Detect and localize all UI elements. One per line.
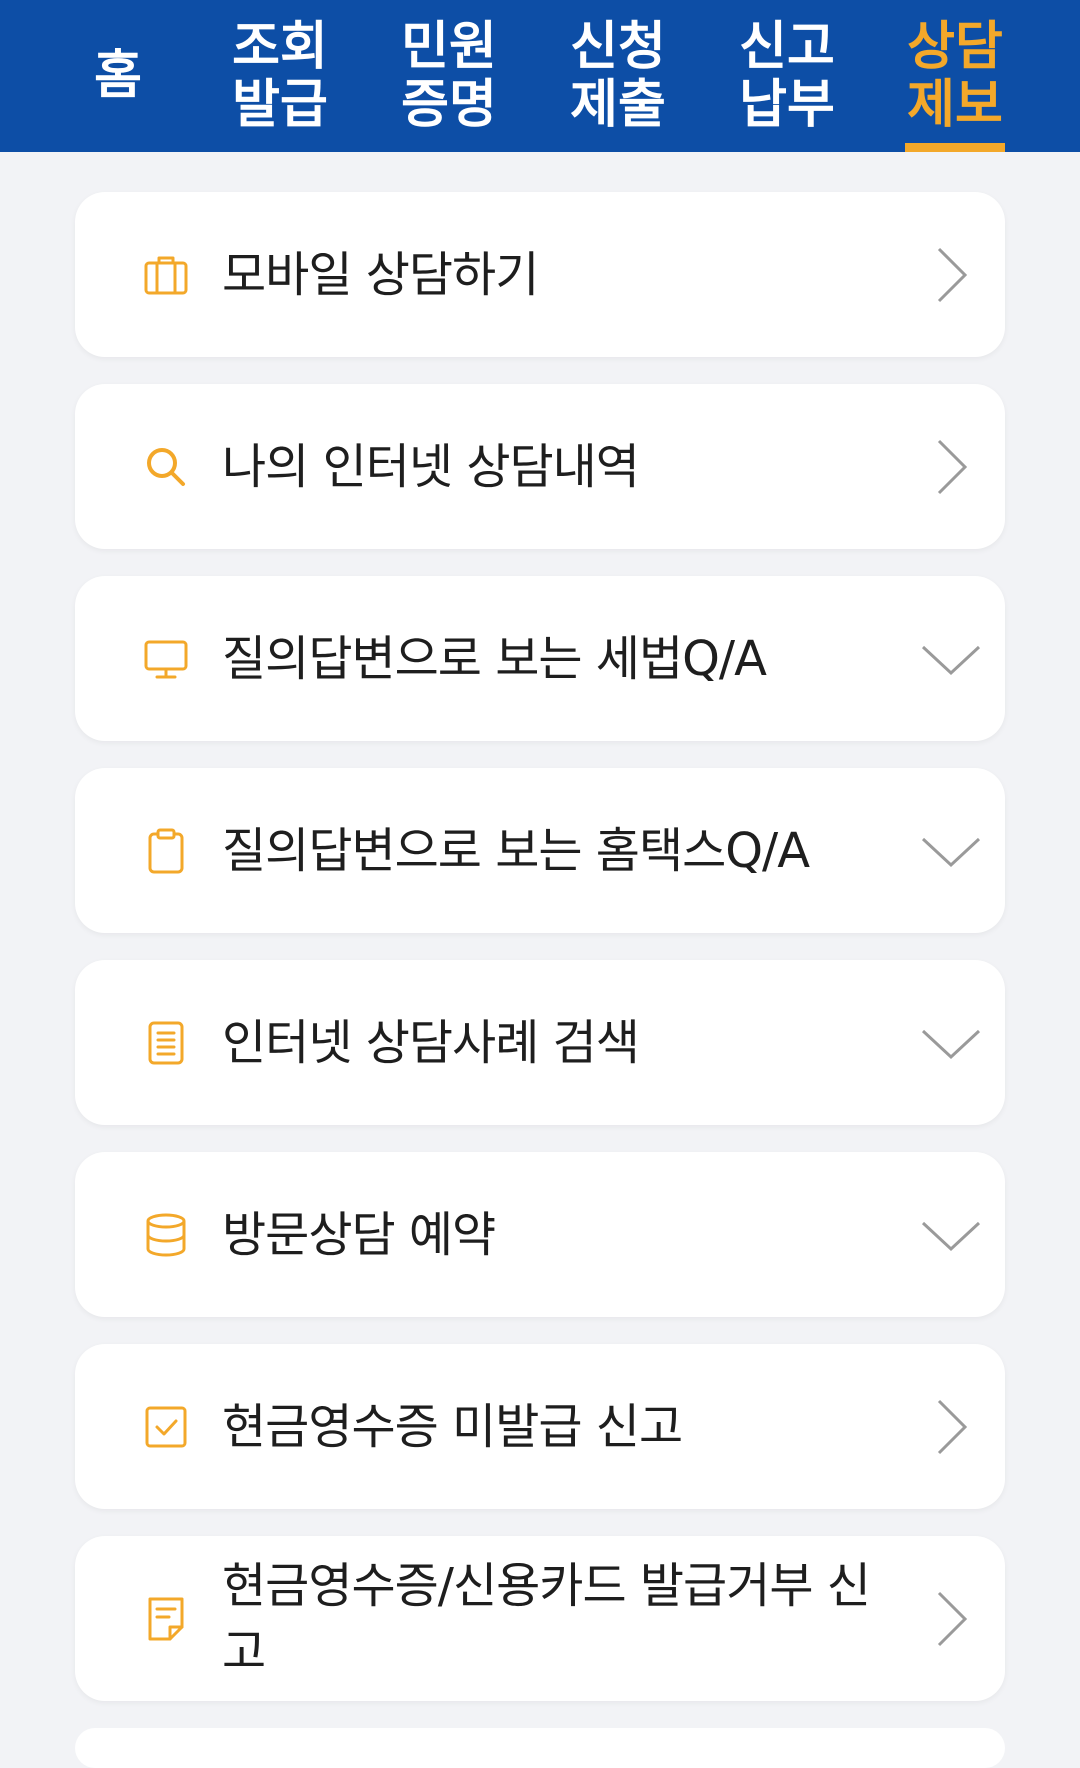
- tab-label-line1: 민원: [401, 17, 497, 77]
- tab-consultation-report[interactable]: 상담 제보: [905, 0, 1005, 152]
- menu-item-label: 모바일 상담하기: [222, 246, 539, 303]
- menu-item-cash-receipt-report[interactable]: 현금영수증 미발급 신고: [75, 1344, 1005, 1509]
- menu-item-visit-consultation-reservation[interactable]: 방문상담 예약: [75, 1152, 1005, 1317]
- tab-label-line2: 납부: [739, 75, 835, 135]
- tab-label-line2: 제보: [907, 75, 1003, 135]
- chevron-right-icon: [937, 439, 968, 494]
- chevron-down-icon: [921, 837, 981, 867]
- note-icon: [148, 1597, 184, 1640]
- menu-list: 모바일 상담하기 나의 인터넷 상담내역 질의답변으로 보는 세법Q/A 질의답…: [75, 192, 1005, 1728]
- tab-inquiry-issuance[interactable]: 조회 발급: [224, 0, 336, 152]
- tab-home-label: 홈: [94, 46, 142, 106]
- active-tab-indicator: [905, 143, 1005, 152]
- tab-home[interactable]: 홈: [86, 0, 150, 152]
- search-icon: [147, 447, 185, 486]
- menu-item-hometax-qa[interactable]: 질의답변으로 보는 홈택스Q/A: [75, 768, 1005, 933]
- monitor-icon: [144, 640, 188, 678]
- tab-label-line1: 조회: [232, 17, 328, 77]
- document-icon: [148, 1021, 184, 1064]
- top-navigation-bar: 홈 조회 발급 민원 증명 신청 제출 신고 납부 상담 제보: [0, 0, 1080, 152]
- tab-application-submission[interactable]: 신청 제출: [562, 0, 674, 152]
- tab-report-payment[interactable]: 신고 납부: [731, 0, 843, 152]
- menu-item-my-internet-consultation[interactable]: 나의 인터넷 상담내역: [75, 384, 1005, 549]
- menu-item-label: 인터넷 상담사례 검색: [222, 1014, 640, 1071]
- clipboard-icon: [148, 828, 184, 873]
- menu-item-consultation-case-search[interactable]: 인터넷 상담사례 검색: [75, 960, 1005, 1125]
- chevron-down-icon: [921, 1221, 981, 1251]
- menu-item-label: 질의답변으로 보는 홈택스Q/A: [222, 822, 810, 879]
- chevron-right-icon: [937, 247, 968, 302]
- chevron-down-icon: [921, 1029, 981, 1059]
- menu-item-label: 현금영수증/신용카드 발급거부 신고: [222, 1557, 871, 1680]
- chevron-right-icon: [937, 1591, 968, 1646]
- tab-label-line1: 상담: [907, 17, 1003, 77]
- menu-item-label: 나의 인터넷 상담내역: [222, 438, 640, 495]
- menu-item-mobile-consultation[interactable]: 모바일 상담하기: [75, 192, 1005, 357]
- briefcase-icon: [144, 256, 188, 294]
- checkbox-icon: [145, 1406, 187, 1447]
- tab-label-line2: 제출: [570, 75, 666, 135]
- tab-civil-certificate[interactable]: 민원 증명: [393, 0, 505, 152]
- tab-label-line1: 신청: [570, 17, 666, 77]
- menu-item-label: 방문상담 예약: [222, 1206, 496, 1263]
- tab-label-line1: 신고: [739, 17, 835, 77]
- menu-item-label: 질의답변으로 보는 세법Q/A: [222, 630, 767, 687]
- tab-label-line2: 발급: [232, 75, 328, 135]
- chevron-right-icon: [937, 1399, 968, 1454]
- menu-item-issuance-refusal-report[interactable]: 현금영수증/신용카드 발급거부 신고: [75, 1536, 1005, 1701]
- menu-item-partial[interactable]: [75, 1728, 1005, 1768]
- database-icon: [146, 1213, 186, 1257]
- menu-item-label: 현금영수증 미발급 신고: [222, 1398, 683, 1455]
- menu-item-tax-law-qa[interactable]: 질의답변으로 보는 세법Q/A: [75, 576, 1005, 741]
- chevron-down-icon: [921, 645, 981, 675]
- tab-label-line2: 증명: [401, 75, 497, 135]
